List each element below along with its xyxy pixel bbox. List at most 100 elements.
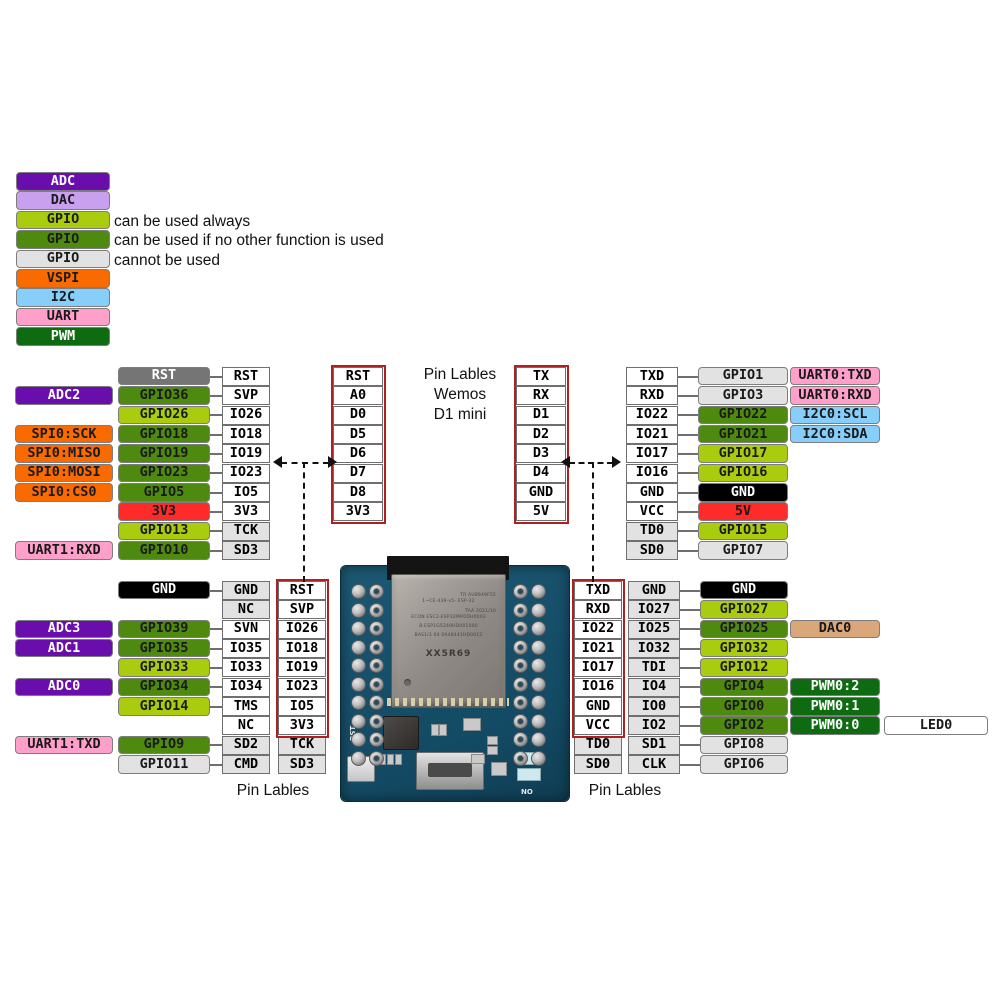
bl-gpio-2: GPIO39 [118,619,210,639]
header-hole-8-1 [369,732,384,747]
tr-connector-8 [678,530,698,533]
bl-wemos-pin-8: TCK [278,735,326,755]
br-pin-2: IO25 [628,619,680,639]
center-caption-line-1: Wemos [433,386,487,403]
header-hole-0-1 [369,584,384,599]
tr-pin-8: TD0 [626,521,678,541]
header-hole-2-1 [369,621,384,636]
tl-gpio-1: GPIO36 [118,386,210,405]
br-pin-3: IO32 [628,639,680,658]
tl-pin-4: IO19 [222,444,270,464]
bl-pin-4: IO33 [222,658,270,678]
tr-connector-6 [678,491,698,494]
header-hole-7-3 [531,713,546,729]
br-gpio-8: GPIO8 [700,735,788,755]
bl-connector-6 [210,705,222,708]
br-function-5: PWM0:2 [790,677,880,697]
bl-pin-9: CMD [222,755,270,774]
header-hole-1-3 [531,602,546,618]
bl-gpio-6: GPIO14 [118,697,210,716]
header-hole-3-0 [351,639,366,655]
tl-gpio-6: GPIO5 [118,483,210,502]
tr-wemos-pin-4: D3 [516,444,566,464]
br-gpio-2: GPIO25 [700,619,788,639]
header-hole-5-0 [351,676,366,692]
tl-gpio-8: GPIO13 [118,521,210,541]
tr-connector-9 [678,549,698,552]
tr-connector-2 [678,414,698,417]
header-hole-5-3 [531,676,546,692]
tr-gpio-4: GPIO17 [698,444,788,463]
tl-gpio-0: RST [118,367,210,386]
legend-swatch-0: ADC [16,172,110,191]
br-gpio-1: GPIO27 [700,600,788,619]
header-hole-1-0 [351,602,366,618]
br-gpio-4: GPIO12 [700,658,788,677]
legend-swatch-6: I2C [16,288,110,307]
left-link-arrow-right [328,456,337,468]
tr-pin-9: SD0 [626,541,678,560]
bl-wemos-red-frame [275,578,329,738]
header-hole-5-2 [513,676,528,692]
bl-gpio-8: GPIO9 [118,735,210,755]
bl-connector-8 [210,744,222,747]
smd-ic-small-1 [463,718,481,731]
header-hole-4-1 [369,658,384,673]
tl-pin-9: SD3 [222,541,270,560]
tl-pin-0: RST [222,367,270,386]
bl-connector-2 [210,628,222,631]
tl-gpio-4: GPIO19 [118,444,210,463]
right-bottom-caption: Pin Lables [588,782,662,799]
header-hole-9-2 [513,750,528,766]
br-wemos-red-frame [571,578,625,738]
br-function-7: PWM0:0 [790,716,880,735]
legend-desc-4: cannot be used [114,251,221,269]
chip-code: XX5R69 [425,649,472,659]
bl-connector-9 [210,763,222,766]
tl-connector-3 [210,433,222,436]
br-pin-1: IO27 [628,600,680,620]
tr-gpio-3: GPIO21 [698,425,788,444]
tr-wemos-pin-2: D1 [516,405,566,425]
tl-function-1: ADC2 [15,386,113,405]
legend-desc-3: can be used if no other function is used [114,232,384,250]
header-hole-6-3 [531,695,546,710]
tr-connector-0 [678,375,698,378]
br-gpio-7: GPIO2 [700,716,788,735]
header-hole-6-1 [369,695,384,710]
tr-function-3: I2C0:SDA [790,425,880,444]
header-hole-4-0 [351,658,366,673]
tl-gpio-5: GPIO23 [118,463,210,483]
no-silkscreen-label: NO [521,788,533,796]
chip-line-0: 1~CE-439-v5- ESP-32 [422,599,475,604]
bl-gpio-9: GPIO11 [118,755,210,774]
tr-pin-5: IO16 [626,463,678,483]
br-pin-7: IO2 [628,716,680,736]
header-hole-6-2 [513,695,528,710]
tr-gpio-0: GPIO1 [698,367,788,386]
br-pin-0: GND [628,581,680,600]
bl-gpio-4: GPIO33 [118,658,210,677]
tr-gpio-1: GPIO3 [698,386,788,405]
header-hole-9-0 [351,750,366,766]
br-connector-9 [680,763,700,766]
header-hole-9-1 [369,750,384,766]
bl-connector-3 [210,647,222,650]
tl-wemos-pin-3: D5 [333,425,383,444]
tr-gpio-8: GPIO15 [698,521,788,541]
chip-side-1: TAA 2021/10 [464,609,496,614]
bl-pin-0: GND [222,581,270,600]
header-hole-3-3 [531,639,546,655]
bl-gpio-0: GND [118,581,210,600]
tl-wemos-pin-5: D7 [333,463,383,483]
tr-gpio-5: GPIO16 [698,463,788,483]
bl-gpio-5: GPIO34 [118,677,210,697]
chip-line-2: B.ESP1G5240HD001000 [419,624,478,629]
tl-connector-5 [210,472,222,475]
br-wemos-pin-8: TD0 [574,735,622,755]
tl-pin-5: IO23 [222,463,270,483]
tl-connector-6 [210,491,222,494]
br-connector-1 [680,609,700,612]
br-gpio-3: GPIO32 [700,639,788,658]
legend-swatch-7: UART [16,307,110,327]
